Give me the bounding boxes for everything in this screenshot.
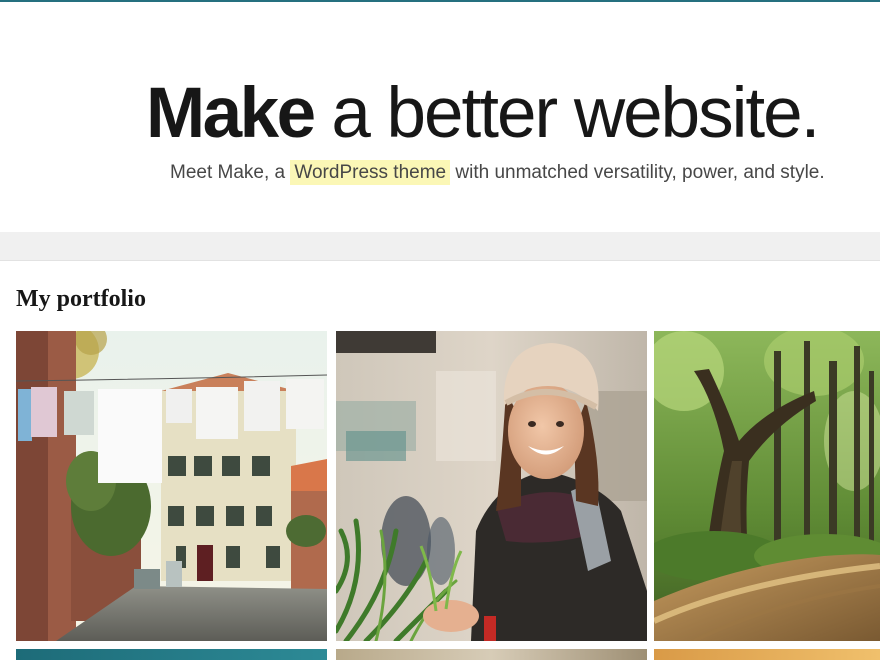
hero-subtitle: Meet Make, a WordPress theme with unmatc…: [170, 158, 825, 188]
portfolio-item-laundry-street[interactable]: [16, 331, 327, 641]
portfolio-item-row2-middle[interactable]: [336, 649, 647, 660]
portfolio-item-row2-right[interactable]: [654, 649, 880, 660]
forest-path-photo: [654, 331, 880, 641]
section-divider-band: [0, 232, 880, 261]
laundry-street-photo: [16, 331, 327, 641]
hero-title: Make a better website.: [146, 72, 820, 156]
hero-section: Make a better website. Meet Make, a Word…: [0, 2, 880, 232]
portfolio-heading: My portfolio: [16, 286, 146, 312]
portfolio-item-smiling-woman[interactable]: [336, 331, 647, 641]
subtitle-text-before: Meet Make, a: [170, 162, 291, 183]
hero-title-rest: a better website.: [313, 74, 820, 153]
subtitle-text-after: with unmatched versatility, power, and s…: [450, 162, 825, 183]
wordpress-theme-link[interactable]: WordPress theme: [290, 160, 451, 185]
portfolio-item-forest-path[interactable]: [654, 331, 880, 641]
portfolio-item-row2-left[interactable]: [16, 649, 327, 660]
hero-title-strong: Make: [146, 74, 316, 153]
smiling-woman-photo: [336, 331, 647, 641]
